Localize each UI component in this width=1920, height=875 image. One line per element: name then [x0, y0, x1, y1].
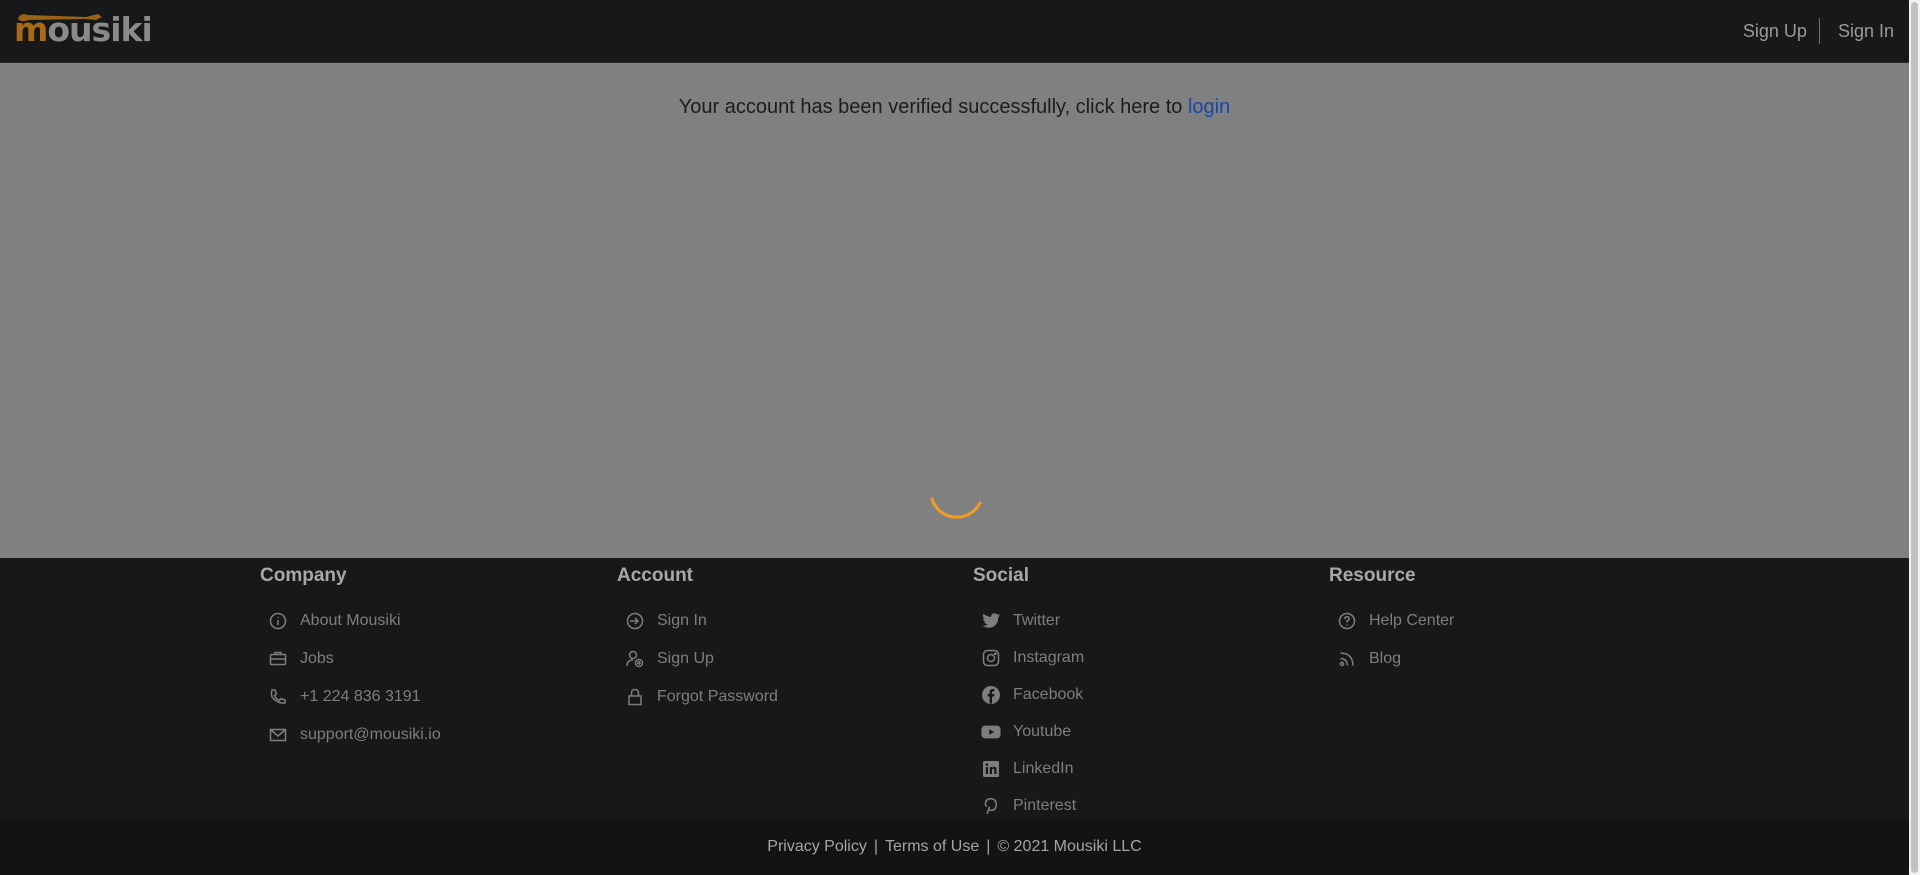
youtube-icon — [981, 722, 1001, 742]
privacy-policy-link[interactable]: Privacy Policy — [767, 838, 867, 856]
footer-separator: | — [986, 838, 991, 855]
scrollbar-thumb[interactable] — [1911, 2, 1918, 873]
footer-link-label: LinkedIn — [1013, 759, 1074, 777]
footer-forgot-password-link[interactable]: Forgot Password — [625, 678, 778, 716]
footer-separator: | — [873, 838, 878, 855]
help-circle-icon — [1337, 611, 1357, 631]
footer-linkedin-link[interactable]: LinkedIn — [981, 750, 1084, 787]
info-icon — [268, 611, 288, 631]
terms-of-use-link[interactable]: Terms of Use — [885, 838, 979, 856]
footer-link-label: Sign Up — [657, 650, 714, 667]
footer-signin-link[interactable]: Sign In — [625, 602, 778, 640]
twitter-icon — [981, 611, 1001, 631]
main-content: Your account has been verified successfu… — [0, 63, 1909, 558]
footer-link-label: Jobs — [300, 650, 334, 667]
copyright-text: © 2021 Mousiki LLC — [997, 838, 1142, 855]
footer-link-label: Youtube — [1013, 722, 1072, 740]
footer-link-label: +1 224 836 3191 — [300, 688, 421, 705]
footer-link-label: support@mousiki.io — [300, 726, 441, 743]
footer-youtube-link[interactable]: Youtube — [981, 713, 1084, 750]
rss-icon — [1337, 649, 1357, 669]
signin-link[interactable]: Sign In — [1838, 21, 1894, 42]
footer-link-label: Forgot Password — [657, 688, 778, 705]
mail-icon — [268, 725, 288, 745]
signup-link[interactable]: Sign Up — [1743, 21, 1807, 42]
nav-divider — [1818, 18, 1820, 44]
footer-twitter-link[interactable]: Twitter — [981, 602, 1084, 639]
guitar-icon — [18, 14, 102, 22]
linkedin-icon — [981, 759, 1001, 779]
footer-help-center-link[interactable]: Help Center — [1337, 602, 1454, 640]
footer-facebook-link[interactable]: Facebook — [981, 676, 1084, 713]
footer-signup-link[interactable]: Sign Up — [625, 640, 778, 678]
header-nav: Sign Up Sign In — [1743, 0, 1909, 62]
footer-instagram-link[interactable]: Instagram — [981, 639, 1084, 676]
mousiki-logo[interactable]: mousiki — [14, 10, 153, 50]
loading-spinner-icon — [930, 497, 982, 519]
footer-account-title: Account — [617, 565, 693, 586]
facebook-icon — [981, 685, 1001, 705]
footer: Company About Mousiki Jobs +1 224 836 31… — [0, 558, 1909, 819]
login-link[interactable]: login — [1188, 96, 1230, 118]
footer-jobs-link[interactable]: Jobs — [268, 640, 441, 678]
footer-resource-title: Resource — [1329, 565, 1416, 586]
instagram-icon — [981, 648, 1001, 668]
login-icon — [625, 611, 645, 631]
footer-blog-link[interactable]: Blog — [1337, 640, 1454, 678]
phone-icon — [268, 687, 288, 707]
footer-link-label: About Mousiki — [300, 612, 401, 629]
user-add-icon — [625, 649, 645, 669]
footer-email-link[interactable]: support@mousiki.io — [268, 716, 441, 754]
verification-text: Your account has been verified successfu… — [678, 96, 1188, 118]
footer-bottom-bar: Privacy Policy | Terms of Use | © 2021 M… — [0, 819, 1909, 875]
vertical-scrollbar[interactable] — [1909, 0, 1920, 875]
briefcase-icon — [268, 649, 288, 669]
page: mousiki Sign Up Sign In Your account has… — [0, 0, 1909, 875]
footer-link-label: Help Center — [1369, 612, 1455, 629]
footer-company-title: Company — [260, 565, 347, 586]
verification-message: Your account has been verified successfu… — [0, 96, 1909, 119]
pinterest-icon — [981, 796, 1001, 816]
footer-link-label: Facebook — [1013, 685, 1084, 703]
lock-icon — [625, 687, 645, 707]
top-header: mousiki Sign Up Sign In — [0, 0, 1909, 63]
footer-about-link[interactable]: About Mousiki — [268, 602, 441, 640]
footer-link-label: Sign In — [657, 612, 707, 629]
footer-social-title: Social — [973, 565, 1029, 586]
footer-link-label: Blog — [1369, 650, 1402, 667]
footer-link-label: Pinterest — [1013, 796, 1077, 814]
footer-phone-link[interactable]: +1 224 836 3191 — [268, 678, 441, 716]
footer-link-label: Instagram — [1013, 648, 1085, 666]
footer-link-label: Twitter — [1013, 611, 1061, 629]
